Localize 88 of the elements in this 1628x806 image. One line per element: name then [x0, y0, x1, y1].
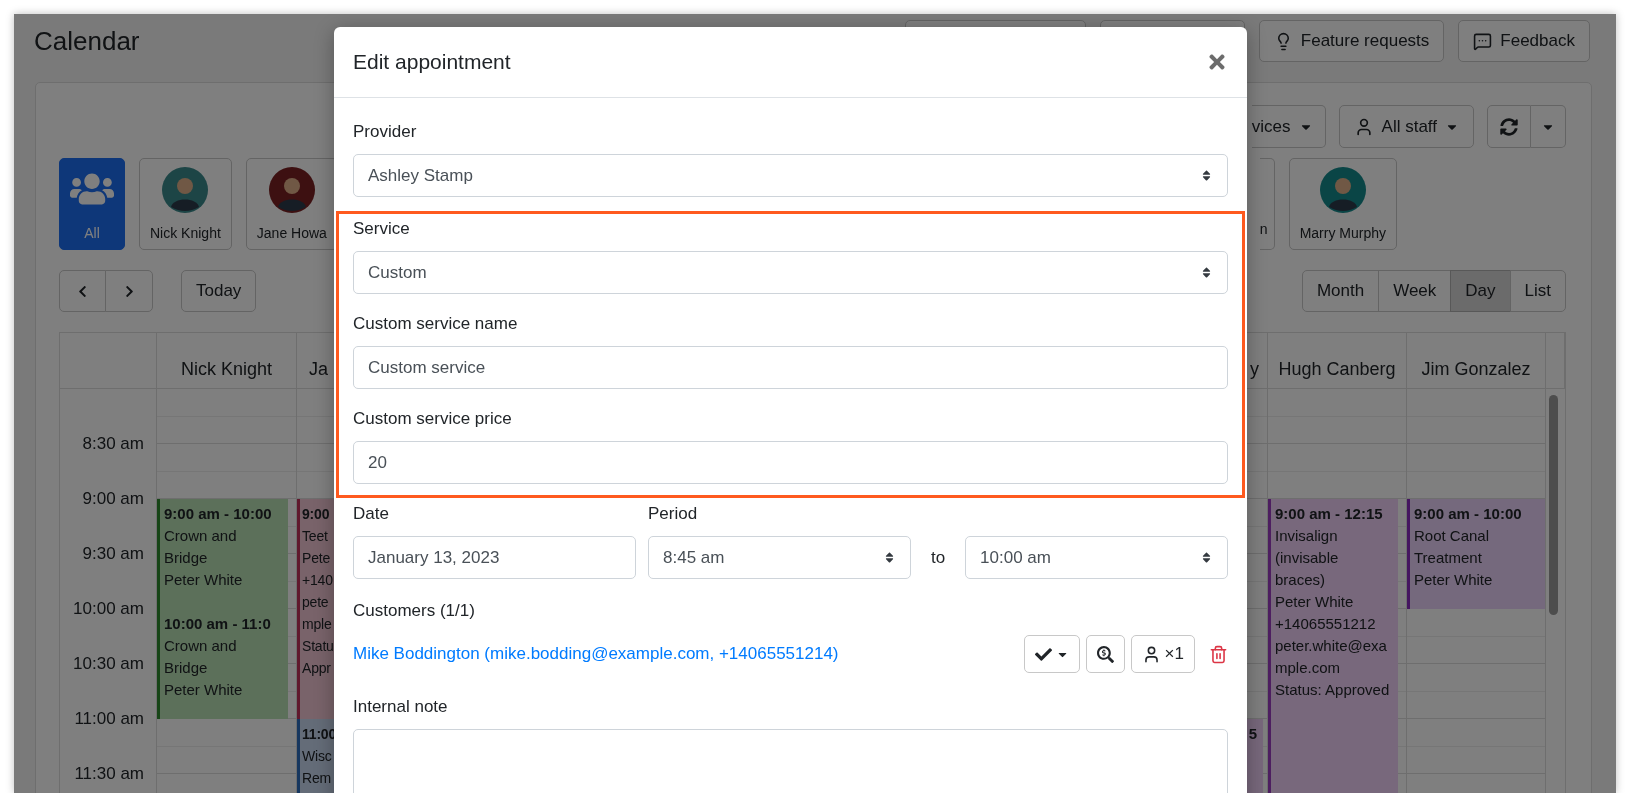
- search-icon: [1096, 645, 1114, 663]
- event-text: Rem: [302, 769, 331, 788]
- feedback-button[interactable]: Feedback: [1458, 20, 1590, 62]
- time-label: 9:00 am: [82, 489, 144, 509]
- column-header: Jim Gonzalez: [1421, 359, 1531, 380]
- event-text: Wisc: [302, 747, 332, 766]
- event-text: pete: [302, 593, 329, 612]
- field-label: Custom service name: [353, 313, 518, 335]
- staff-dropdown[interactable]: All staff: [1338, 105, 1474, 148]
- customer-link[interactable]: Mike Boddington (mike.bodding@example.com, +14065551214): [353, 644, 839, 664]
- check-icon: [1034, 645, 1052, 663]
- date-input[interactable]: January 13, 2023: [353, 536, 636, 579]
- view-tab[interactable]: Month: [1301, 270, 1380, 312]
- scrollbar[interactable]: [1549, 395, 1558, 615]
- event-text: Peter White: [164, 680, 243, 700]
- event-text: Crown and Bridge: [164, 526, 238, 568]
- event-text: +14065551212: [1275, 614, 1376, 634]
- chat-icon: [1473, 31, 1493, 51]
- column-header: Nick Knight: [180, 359, 272, 380]
- text-input[interactable]: 20: [353, 441, 1228, 484]
- event-time: 9:00 am - 12:15: [1275, 504, 1383, 524]
- event-text: peter.white@example.com: [1275, 636, 1388, 678]
- event-text: Teet: [302, 527, 328, 546]
- appointment-event[interactable]: 9:00 am - 10:00 Crown and Bridge Peter White: [157, 499, 288, 609]
- event-text: Root Canal Treatment: [1414, 526, 1491, 568]
- start-time-select[interactable]: 8:45 am: [648, 536, 911, 579]
- event-time: 9:00 am - 10:00: [1414, 504, 1522, 524]
- field-label: Customers (1/1): [353, 600, 475, 622]
- appointment-event[interactable]: 9:00 am - 12:15 Invisalign (invisable braces) Peter White +14065551212 peter.white@example.com Status: Approved: [1268, 499, 1398, 793]
- appointment-event[interactable]: 9:00 am - 10:00 Root Canal Treatment Peter White: [1407, 499, 1545, 609]
- status-dropdown[interactable]: [1023, 635, 1080, 673]
- appointment-event[interactable]: 10:00 am - 11:0 Crown and Bridge Peter White: [157, 609, 288, 719]
- field-label: Date: [353, 503, 389, 525]
- time-label: 8:30 am: [82, 434, 144, 454]
- staff-tile[interactable]: Marry Murphy: [1288, 158, 1397, 250]
- refresh-button[interactable]: [1487, 105, 1531, 148]
- period-separator: to: [929, 547, 947, 568]
- staff-tile[interactable]: All: [59, 158, 125, 250]
- field-label: Period: [648, 503, 698, 525]
- time-label: 11:00 am: [74, 709, 144, 729]
- event-text: Peter White: [164, 570, 243, 590]
- trash-icon: [1209, 644, 1228, 664]
- event-text: Invisalign (invisable braces): [1275, 526, 1340, 590]
- page-title: Calendar: [34, 25, 141, 57]
- event-text: Peter White: [1414, 570, 1493, 590]
- view-tab[interactable]: Week: [1378, 270, 1452, 312]
- feature-requests-button[interactable]: Feature requests: [1258, 20, 1445, 62]
- column-header: Ja: [309, 359, 328, 380]
- column-header: y: [1250, 359, 1259, 380]
- time-label: 10:00 am: [73, 599, 144, 619]
- staff-tile[interactable]: n: [1259, 158, 1275, 250]
- end-time-select[interactable]: 10:00 am: [965, 536, 1228, 579]
- event-text: Peter White: [1275, 592, 1354, 612]
- field-label: Custom service price: [353, 408, 512, 430]
- sort-icon: [1200, 266, 1213, 279]
- event-text: +140: [302, 571, 333, 590]
- time-label: 9:30 am: [82, 544, 144, 564]
- filter-dropdown[interactable]: vices: [1251, 105, 1326, 148]
- field-label: Service: [353, 218, 410, 240]
- field-label: Provider: [353, 121, 417, 143]
- customer-count-button[interactable]: ×1: [1130, 635, 1195, 673]
- dialog-title: Edit appointment: [353, 50, 511, 74]
- event-text: Status: Approved: [1275, 680, 1390, 700]
- text-input[interactable]: Custom service: [353, 346, 1228, 389]
- event-text: Statu: [302, 637, 334, 656]
- today-button[interactable]: Today: [181, 270, 257, 312]
- event-text: Pete: [302, 549, 330, 568]
- event-text: Appr: [302, 659, 331, 678]
- staff-tile[interactable]: Nick Knight: [139, 158, 232, 250]
- event-text: mple: [302, 615, 332, 634]
- time-label: 11:30 am: [74, 764, 144, 784]
- provider-select[interactable]: Ashley Stamp: [353, 154, 1228, 197]
- time-label: 10:30 am: [73, 654, 144, 674]
- event-text: Crown and Bridge: [164, 636, 238, 678]
- view-tab[interactable]: Day: [1450, 270, 1511, 312]
- sort-icon: [1200, 169, 1213, 182]
- sort-icon: [1200, 551, 1213, 564]
- view-tab[interactable]: List: [1509, 270, 1566, 312]
- event-time: 9:00: [302, 505, 330, 524]
- refresh-icon: [1500, 117, 1518, 136]
- field-label: Internal note: [353, 696, 448, 718]
- event-time: 10:00 am - 11:0: [164, 614, 271, 634]
- service-select[interactable]: Custom: [353, 251, 1228, 294]
- payment-search-button[interactable]: [1085, 635, 1125, 673]
- chevron-left-icon: [76, 284, 89, 298]
- event-time: 5: [1248, 724, 1257, 744]
- column-header: Hugh Canberg: [1278, 359, 1396, 380]
- event-time: 9:00 am - 10:00: [164, 504, 272, 524]
